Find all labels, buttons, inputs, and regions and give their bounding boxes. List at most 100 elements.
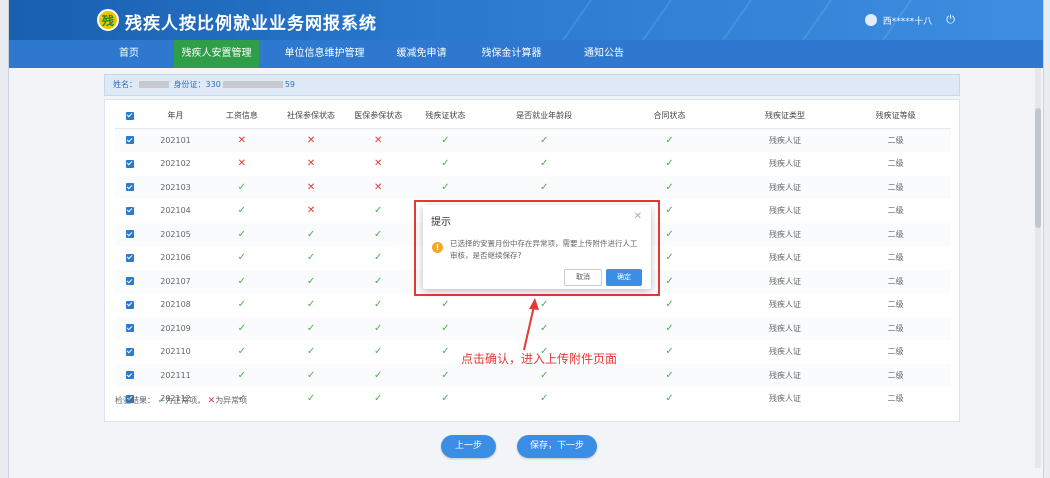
row-checkbox-cell[interactable] [115,340,145,364]
col-certificate-status: 残疾证状态 [411,104,479,129]
nav-unit-info[interactable]: 单位信息维护管理 [277,40,372,68]
nav-disabled-placement[interactable]: 残疾人安置管理 [174,40,259,68]
status-cell: ✓ [412,387,479,411]
name-redacted [139,81,169,88]
row-checkbox-cell[interactable] [115,269,145,293]
status-cell: ✓ [345,340,412,364]
row-checkbox-cell[interactable] [115,246,145,270]
check-icon: ✓ [237,322,247,334]
annotation-arrow [523,298,539,351]
check-icon: ✓ [665,346,674,358]
check-icon: ✓ [306,252,316,264]
row-certificate-type: 残疾人证 [769,394,802,404]
row-checkbox[interactable] [125,300,134,309]
select-all-cell[interactable] [115,104,145,129]
row-checkbox[interactable] [125,136,134,145]
status-cell: ✓ [345,199,412,223]
check-icon: ✓ [665,299,674,311]
row-checkbox-cell[interactable] [115,199,145,223]
user-name[interactable]: 西*****十八 [883,14,933,27]
cross-icon: ✕ [306,134,316,146]
status-cell: ✓ [479,152,609,176]
save-next-button[interactable]: 保存，下一步 [517,435,597,458]
row-checkbox-cell[interactable] [115,128,145,152]
power-icon[interactable]: ⏻ [946,13,955,27]
user-avatar-icon[interactable] [864,14,877,26]
row-month: 202107 [144,269,207,293]
legend-bad-text: 为异常项 [215,396,248,405]
status-cell: ✓ [277,246,344,270]
row-checkbox[interactable] [125,347,134,356]
status-cell: ✕ [206,152,277,176]
table-row: 202101 ✕ ✕ ✕ ✓ ✓ ✓ 残疾人证 二级 [115,128,951,152]
row-checkbox[interactable] [125,183,134,192]
nav-notices[interactable]: 通知公告 [569,40,639,68]
status-cell: ✓ [206,269,278,293]
status-cell: ✓ [344,222,412,246]
cross-icon: ✕ [374,134,383,146]
status-cell: ✕ [277,152,344,176]
status-cell: ✓ [479,387,609,411]
row-checkbox-cell[interactable] [115,152,145,176]
row-checkbox[interactable] [125,159,134,168]
status-cell: ✓ [479,175,610,199]
nav-home[interactable]: 首页 [104,40,154,68]
col-month: 年月 [144,104,207,129]
row-checkbox-cell[interactable] [115,175,145,199]
status-cell: ✓ [344,363,412,387]
person-info-bar: 姓名： 身份证：330 59 [104,74,960,96]
status-cell: ✓ [609,293,729,317]
id-suffix: 59 [284,80,296,89]
status-cell: ✓ [206,222,278,246]
cross-icon: ✕ [306,181,316,193]
status-cell: ✓ [206,199,277,223]
row-month: 202102 [160,159,191,169]
select-all-checkbox[interactable] [125,111,134,120]
row-checkbox-cell[interactable] [115,222,145,246]
check-icon: ✓ [539,181,549,193]
status-cell: ✓ [277,293,344,317]
row-month: 202108 [160,300,191,310]
check-icon: ✓ [539,393,549,405]
check-icon: ✓ [306,322,316,334]
status-cell: ✓ [411,128,479,152]
row-checkbox-cell[interactable] [115,293,145,317]
row-checkbox[interactable] [125,371,134,380]
table-header-row: 年月 工资信息 社保参保状态 医保参保状态 残疾证状态 是否就业年龄段 合同状态… [115,104,951,129]
scrollbar-thumb[interactable] [1035,108,1041,228]
prev-step-button[interactable]: 上一步 [441,435,496,458]
page-scrollbar[interactable] [1035,68,1041,468]
row-certificate-level: 二级 [887,206,904,216]
check-icon: ✓ [441,158,450,170]
col-certificate-type: 残疾证类型 [729,104,841,129]
status-cell: ✕ [344,175,412,199]
cross-icon: ✕ [374,158,383,170]
status-cell: ✓ [609,340,729,364]
row-certificate-type: 残疾人证 [729,269,841,293]
check-icon: ✓ [374,205,383,217]
row-checkbox-cell[interactable] [115,363,145,387]
row-checkbox[interactable] [125,230,134,239]
nav-fee-calculator[interactable]: 残保金计算器 [469,40,554,68]
status-cell: ✓ [411,175,479,199]
dialog-cancel-button[interactable]: 取消 [564,269,602,286]
check-icon: ✓ [374,393,383,405]
row-checkbox[interactable] [125,277,134,286]
id-label: 身份证： [173,80,206,89]
nav-deduction-application[interactable]: 缓减免申请 [389,40,454,68]
check-icon: ✓ [665,205,674,217]
close-icon[interactable]: ✕ [634,211,642,222]
row-checkbox[interactable] [125,206,134,215]
check-icon: ✓ [306,299,316,311]
warning-icon: ! [432,242,443,253]
check-icon: ✓ [374,346,383,358]
row-checkbox[interactable] [125,253,134,262]
cross-icon: ✕ [306,158,316,170]
dialog-confirm-button[interactable]: 确定 [606,269,642,286]
status-cell: ✕ [277,128,345,152]
row-checkbox-cell[interactable] [115,316,145,340]
row-certificate-level: 二级 [840,269,951,293]
status-cell: ✓ [609,128,730,152]
check-icon: ✓ [441,299,450,311]
row-checkbox[interactable] [125,324,134,333]
